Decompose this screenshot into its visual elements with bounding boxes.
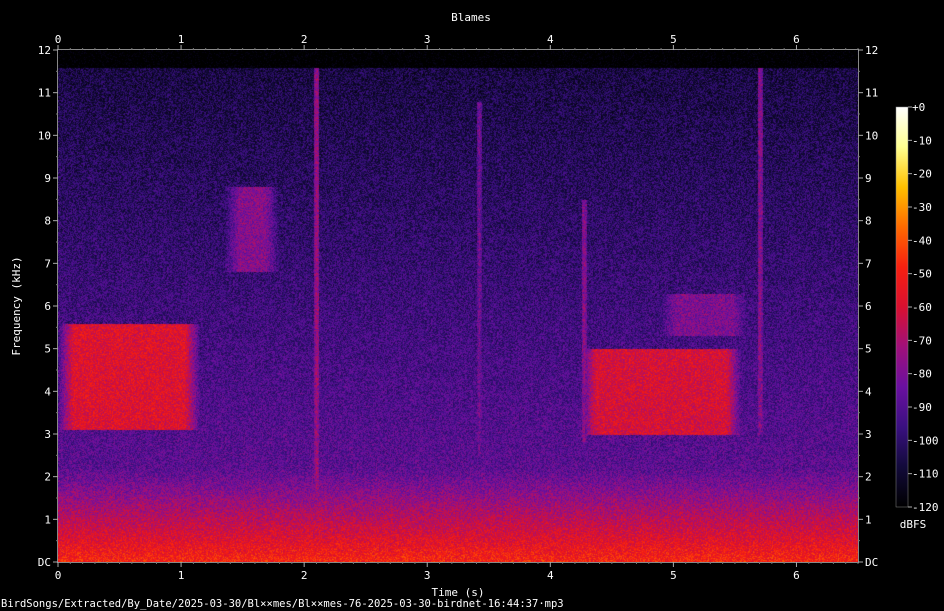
colorbar-gradient <box>895 106 909 508</box>
y-tick-label-right-5: 5 <box>865 343 872 356</box>
x-tick-label-bottom-3: 3 <box>424 569 431 582</box>
x-tick-label-bottom-5: 5 <box>670 569 677 582</box>
y-tick-label-left-3: 3 <box>44 428 51 441</box>
y-tick-label-left-4: 4 <box>44 385 51 398</box>
y-tick-label-right-8: 8 <box>865 215 872 228</box>
y-tick-label-right-10: 10 <box>865 129 878 142</box>
colorbar-label: dBFS <box>900 518 927 531</box>
y-tick-label-left-5: 5 <box>44 343 51 356</box>
y-axis-left: DC123456789101112 <box>38 44 58 569</box>
colorbar-tick-label-1: -10 <box>912 134 932 147</box>
y-tick-label-left-2: 2 <box>44 471 51 484</box>
y-tick-label-left-7: 7 <box>44 257 51 270</box>
x-tick-label-bottom-6: 6 <box>793 569 800 582</box>
colorbar-tick-label-12: -120 <box>912 501 939 514</box>
x-axis-top: 0 1 2 3 4 5 6 <box>55 33 859 50</box>
colorbar-tick-label-3: -30 <box>912 201 932 214</box>
colorbar-tick-label-0: +0 <box>912 101 925 114</box>
colorbar-tick-label-11: -110 <box>912 468 939 481</box>
spectrogram-image <box>58 50 858 562</box>
colorbar-tick-label-8: -80 <box>912 368 932 381</box>
colorbar-ticks: +0 -10 -20 -30 -40 -50 -60 -70 -80 -90 -100 -110 -12… <box>908 101 939 514</box>
colorbar-tick-label-4: -40 <box>912 234 932 247</box>
y-tick-label-left-11: 11 <box>38 87 51 100</box>
spectrogram-chart: Blames 0123456 0123456 DC123456789101112… <box>1 11 939 610</box>
x-tick-label-bottom-1: 1 <box>178 569 185 582</box>
chart-title: Blames <box>451 11 491 24</box>
y-tick-label-right-6: 6 <box>865 300 872 313</box>
colorbar: +0 -10 -20 -30 -40 -50 -60 -70 -80 -90 -100 -110 -12… <box>895 101 939 531</box>
x-tick-label-top-5: 5 <box>670 33 677 46</box>
y-tick-label-left-8: 8 <box>44 215 51 228</box>
y-axis-label: Frequency (kHz) <box>10 256 23 355</box>
x-tick-label-top-0: 0 <box>55 33 62 46</box>
y-tick-label-right-11: 11 <box>865 87 878 100</box>
footer-file-path: BirdSongs/Extracted/By_Date/2025-03-30/B… <box>1 598 564 610</box>
y-tick-label-left-6: 6 <box>44 300 51 313</box>
y-tick-label-left-1: 1 <box>44 513 51 526</box>
y-tick-label-right-12: 12 <box>865 44 878 57</box>
colorbar-tick-label-7: -70 <box>912 334 932 347</box>
y-tick-label-left-12: 12 <box>38 44 51 57</box>
y-tick-label-right-7: 7 <box>865 257 872 270</box>
colorbar-tick-label-2: -20 <box>912 168 932 181</box>
colorbar-tick-label-9: -90 <box>912 401 932 414</box>
x-tick-label-top-6: 6 <box>793 33 800 46</box>
colorbar-tick-label-5: -50 <box>912 268 932 281</box>
y-tick-label-right-4: 4 <box>865 385 872 398</box>
x-tick-label-bottom-0: 0 <box>55 569 62 582</box>
y-tick-label-right-0: DC <box>865 556 878 569</box>
y-tick-label-right-3: 3 <box>865 428 872 441</box>
y-tick-label-left-9: 9 <box>44 172 51 185</box>
colorbar-tick-label-6: -60 <box>912 301 932 314</box>
y-axis-right: DC123456789101112 <box>858 44 878 569</box>
x-tick-label-top-1: 1 <box>178 33 185 46</box>
y-tick-label-left-10: 10 <box>38 129 51 142</box>
x-tick-label-bottom-2: 2 <box>301 569 308 582</box>
x-tick-label-top-3: 3 <box>424 33 431 46</box>
y-tick-label-right-2: 2 <box>865 471 872 484</box>
spectrogram-plot <box>57 49 859 563</box>
x-tick-label-top-2: 2 <box>301 33 308 46</box>
x-tick-label-top-4: 4 <box>547 33 554 46</box>
y-tick-label-right-1: 1 <box>865 513 872 526</box>
x-axis-bottom: 0 1 2 3 4 5 6 <box>55 562 859 582</box>
y-tick-label-right-9: 9 <box>865 172 872 185</box>
colorbar-tick-label-10: -100 <box>912 434 939 447</box>
y-tick-label-left-0: DC <box>38 556 51 569</box>
x-tick-label-bottom-4: 4 <box>547 569 554 582</box>
